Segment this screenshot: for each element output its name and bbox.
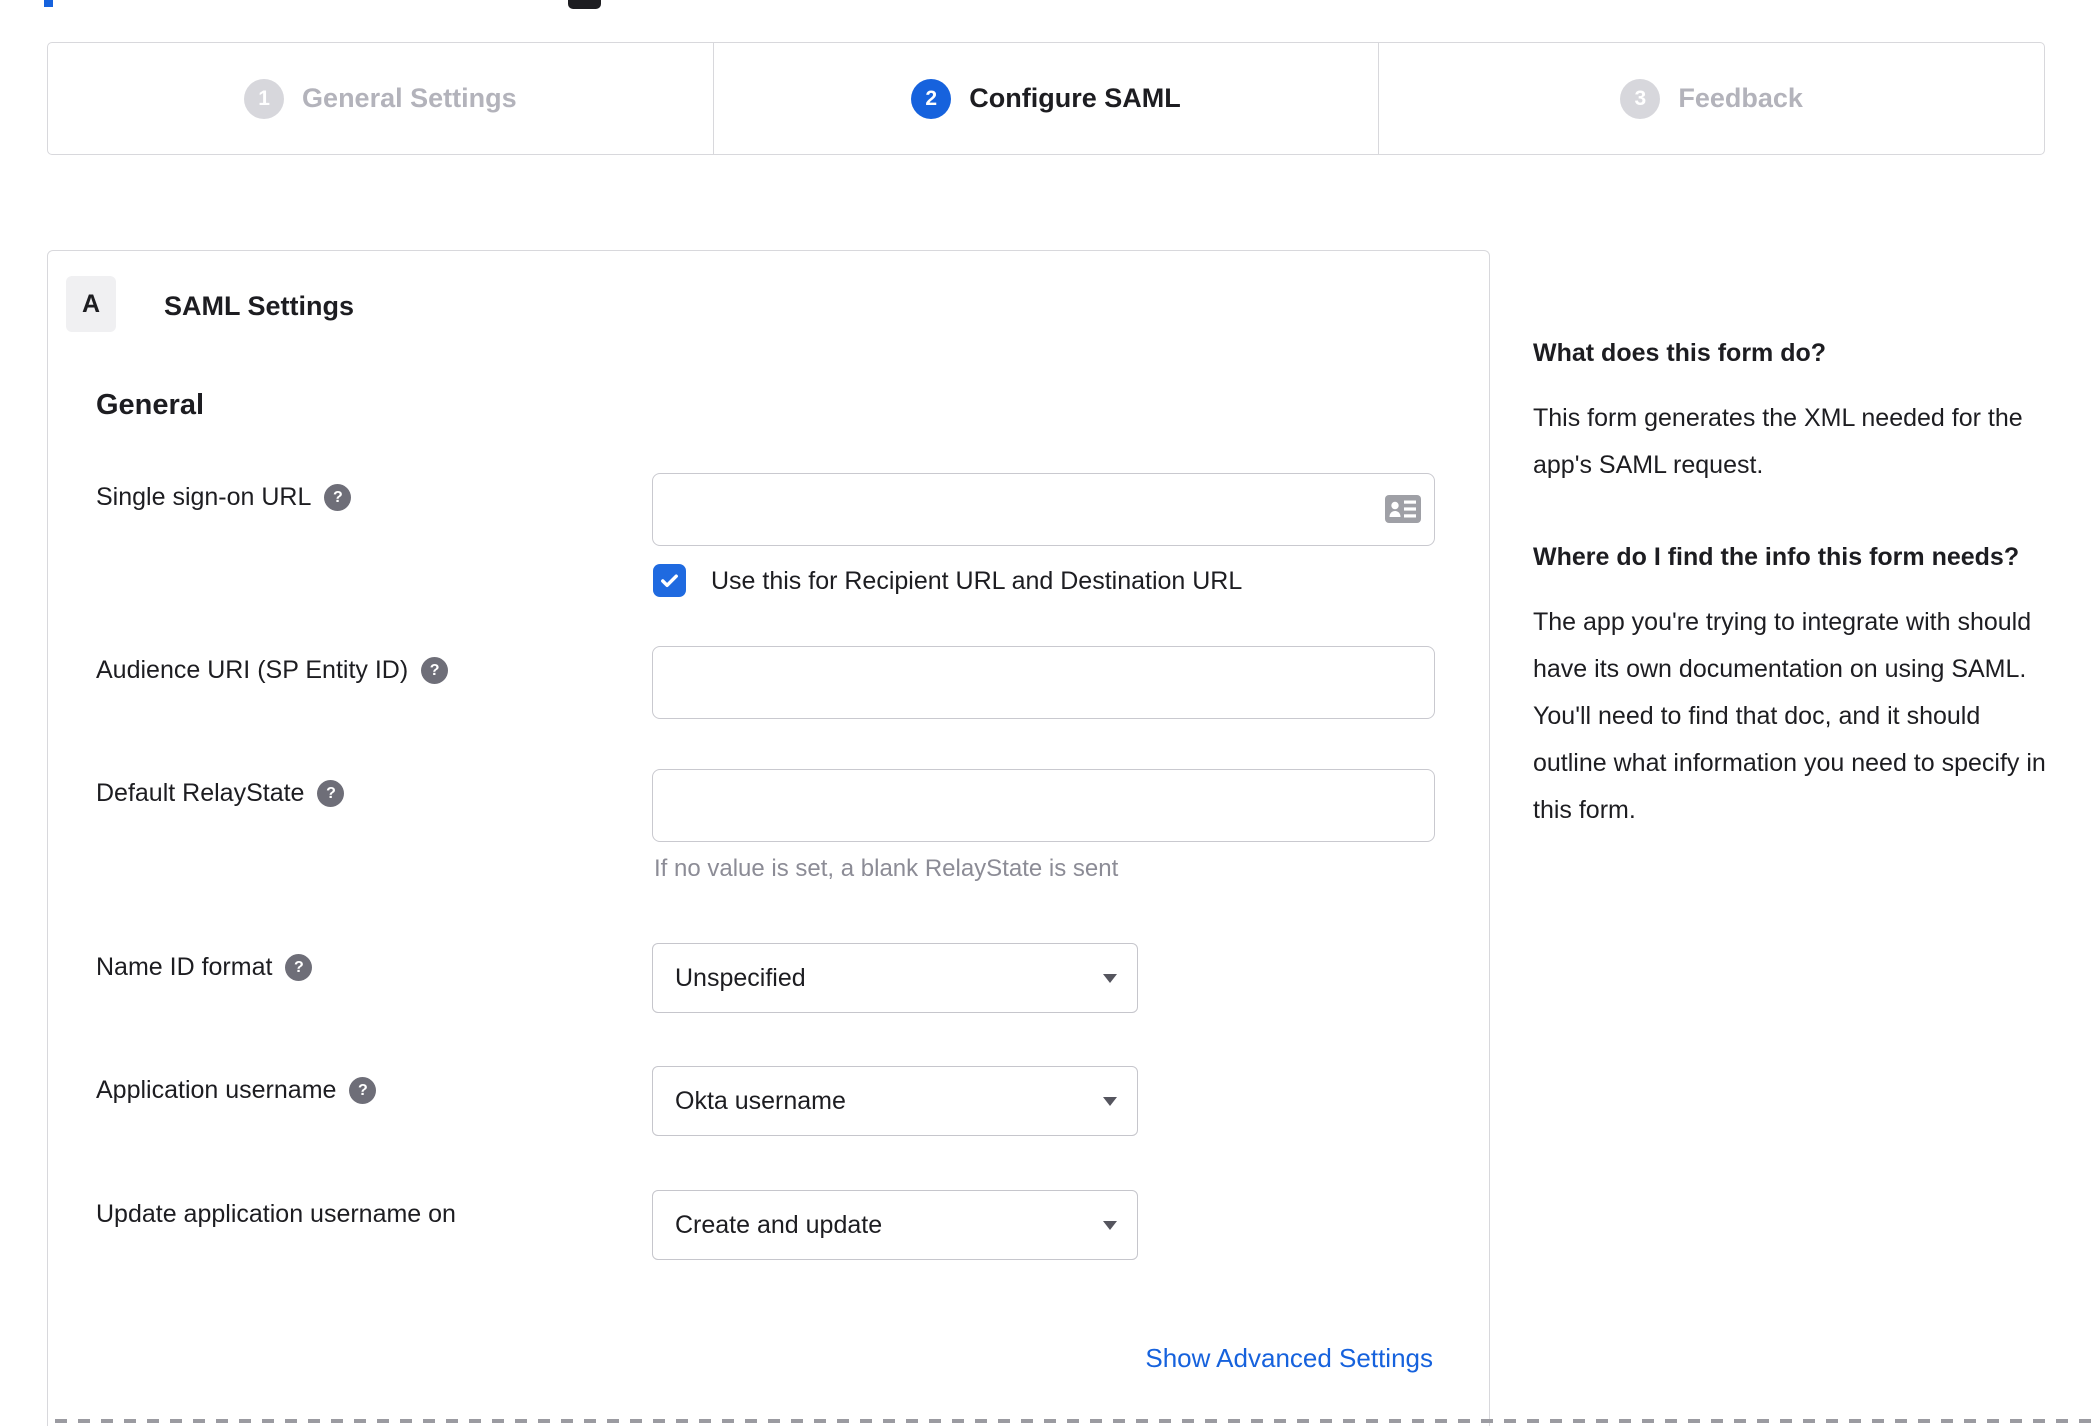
audience-uri-input[interactable] [652, 646, 1435, 719]
step-3-label: Feedback [1678, 83, 1803, 113]
saml-settings-panel: A SAML Settings General Single sign-on U… [47, 250, 1490, 1426]
step-configure-saml: 2 Configure SAML [712, 43, 1379, 154]
general-section-title: General [96, 389, 204, 421]
app-username-select[interactable]: Okta username [652, 1066, 1138, 1136]
relay-state-input[interactable] [652, 769, 1435, 842]
app-username-label: Application username [96, 1076, 337, 1104]
update-username-label: Update application username on [96, 1200, 456, 1228]
recipient-url-checkbox-label[interactable]: Use this for Recipient URL and Destinati… [711, 567, 1242, 596]
step-1-badge: 1 [244, 78, 285, 119]
audience-uri-label-row: Audience URI (SP Entity ID) ? [96, 656, 449, 685]
relay-state-label-row: Default RelayState ? [96, 779, 345, 808]
relay-state-helper-text: If no value is set, a blank RelayState i… [654, 855, 1119, 882]
caret-down-icon [1103, 1096, 1117, 1106]
app-username-label-row: Application username ? [96, 1076, 377, 1105]
sidebar-heading-what: What does this form do? [1533, 339, 1827, 367]
step-2-badge: 2 [911, 78, 952, 119]
audience-uri-help-icon[interactable]: ? [421, 657, 449, 684]
name-id-format-select[interactable]: Unspecified [652, 943, 1138, 1013]
step-2-label: Configure SAML [969, 83, 1181, 113]
sso-url-label: Single sign-on URL [96, 483, 312, 511]
sso-url-input[interactable] [652, 473, 1435, 546]
sso-url-help-icon[interactable]: ? [324, 484, 352, 511]
section-a-badge: A [66, 276, 116, 332]
clipped-dark-icon-fragment [568, 0, 601, 9]
address-card-icon [1385, 495, 1421, 523]
name-id-format-help-icon[interactable]: ? [285, 954, 313, 981]
configure-saml-screen: 1 General Settings 2 Configure SAML 3 Fe… [0, 0, 2092, 1426]
dashed-divider [55, 1419, 2092, 1423]
app-username-help-icon[interactable]: ? [349, 1077, 377, 1104]
sidebar-body-what: This form generates the XML needed for t… [1533, 404, 2023, 479]
show-advanced-settings-link[interactable]: Show Advanced Settings [1145, 1343, 1433, 1374]
sidebar-heading-where: Where do I find the info this form needs… [1533, 543, 2020, 571]
name-id-format-label-row: Name ID format ? [96, 953, 313, 982]
saml-settings-title: SAML Settings [164, 291, 355, 321]
relay-state-label: Default RelayState [96, 779, 305, 807]
step-3-badge: 3 [1620, 78, 1661, 119]
caret-down-icon [1103, 1220, 1117, 1230]
step-general-settings: 1 General Settings [48, 43, 713, 154]
caret-down-icon [1103, 973, 1117, 983]
wizard-stepper: 1 General Settings 2 Configure SAML 3 Fe… [47, 42, 2045, 155]
name-id-format-value: Unspecified [675, 963, 806, 992]
app-username-value: Okta username [675, 1086, 846, 1115]
sso-url-label-row: Single sign-on URL ? [96, 483, 352, 512]
step-1-label: General Settings [302, 83, 517, 113]
clipped-blue-fragment [44, 0, 53, 7]
update-username-select[interactable]: Create and update [652, 1190, 1138, 1260]
audience-uri-label: Audience URI (SP Entity ID) [96, 656, 409, 684]
sidebar-body-where: The app you're trying to integrate with … [1533, 608, 2046, 824]
name-id-format-label: Name ID format [96, 953, 273, 981]
recipient-url-checkbox[interactable] [653, 564, 686, 597]
update-username-label-row: Update application username on [96, 1200, 456, 1229]
update-username-value: Create and update [675, 1210, 883, 1239]
help-sidebar: What does this form do? This form genera… [1533, 330, 2046, 879]
relay-state-help-icon[interactable]: ? [317, 780, 345, 807]
checkmark-icon [661, 574, 678, 588]
step-feedback: 3 Feedback [1378, 43, 2044, 154]
